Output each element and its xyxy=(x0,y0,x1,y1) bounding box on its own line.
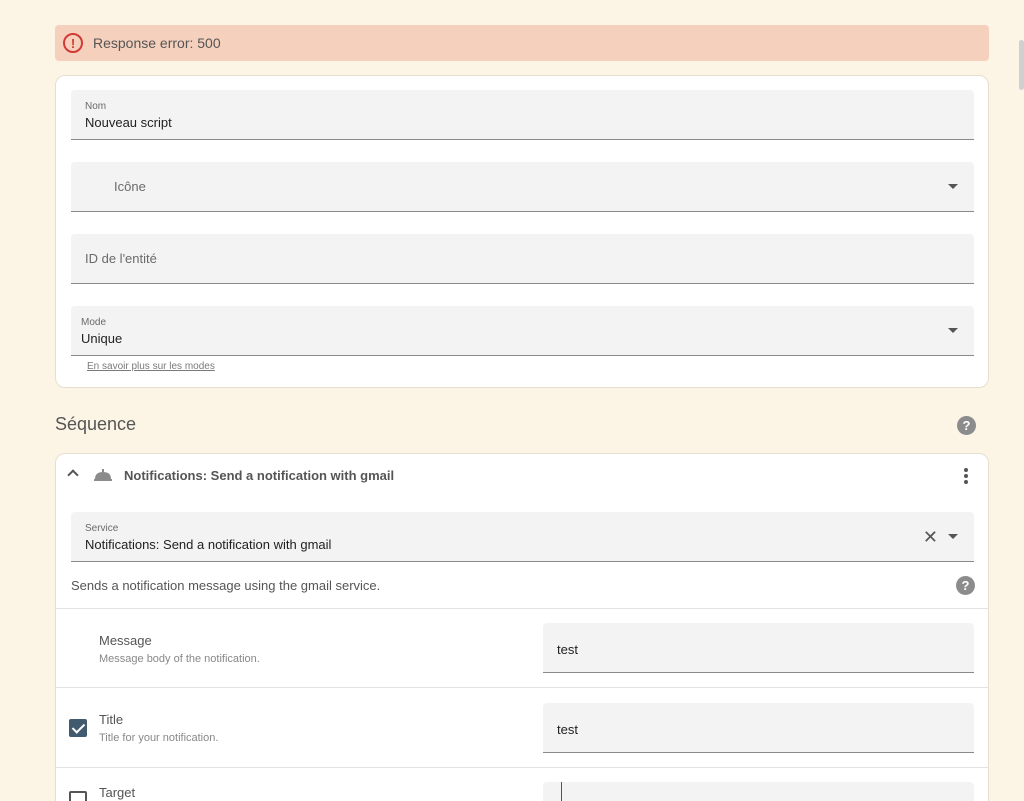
mode-value: Unique xyxy=(81,331,123,346)
divider xyxy=(56,608,988,609)
entity-id-placeholder: ID de l'entité xyxy=(85,251,157,266)
title-checkbox[interactable] xyxy=(69,719,87,737)
icon-picker[interactable]: Icône xyxy=(71,162,974,212)
sequence-title: Séquence xyxy=(55,414,137,434)
param-desc-title: Title for your notification. xyxy=(99,732,219,744)
mode-label: Mode xyxy=(81,317,107,328)
entity-id-field[interactable]: ID de l'entité xyxy=(71,234,974,284)
modes-help-link[interactable]: En savoir plus sur les modes xyxy=(87,361,215,372)
alert-circle-icon: ! xyxy=(63,33,83,53)
name-field[interactable]: Nom Nouveau script xyxy=(71,90,974,140)
help-circle-icon[interactable]: ? xyxy=(957,416,976,435)
param-name-message: Message xyxy=(99,633,152,648)
error-text: Response error: 500 xyxy=(93,35,221,51)
close-icon[interactable]: ✕ xyxy=(923,528,938,546)
service-select[interactable]: Service Notifications: Send a notificati… xyxy=(71,512,974,562)
action-title: Notifications: Send a notification with … xyxy=(124,468,395,483)
divider xyxy=(56,767,988,768)
divider xyxy=(56,687,988,688)
text-cursor xyxy=(561,782,562,801)
scrollbar[interactable] xyxy=(1019,40,1024,90)
service-description: Sends a notification message using the g… xyxy=(71,578,381,593)
message-value: test xyxy=(557,642,578,657)
param-desc-message: Message body of the notification. xyxy=(99,653,260,665)
name-label: Nom xyxy=(85,101,107,112)
mode-select[interactable]: Mode Unique xyxy=(71,306,974,356)
param-name-title: Title xyxy=(99,712,124,727)
kebab-icon[interactable] xyxy=(964,468,968,484)
param-name-target: Target xyxy=(99,785,136,800)
title-input[interactable]: test xyxy=(543,703,974,753)
chevron-down-icon[interactable] xyxy=(948,328,958,333)
action-card: Notifications: Send a notification with … xyxy=(55,453,989,801)
icon-placeholder: Icône xyxy=(114,179,146,194)
error-banner: ! Response error: 500 xyxy=(55,25,989,61)
name-value: Nouveau script xyxy=(85,115,172,130)
target-checkbox[interactable] xyxy=(69,791,87,801)
message-input[interactable]: test xyxy=(543,623,974,673)
service-value: Notifications: Send a notification with … xyxy=(85,537,332,552)
service-label: Service xyxy=(85,523,119,534)
chevron-down-icon[interactable] xyxy=(948,184,958,189)
chevron-up-icon[interactable] xyxy=(67,469,79,481)
chevron-down-icon[interactable] xyxy=(948,534,958,539)
bell-icon xyxy=(94,469,112,481)
action-header[interactable]: Notifications: Send a notification with … xyxy=(56,454,988,498)
target-input[interactable] xyxy=(543,782,974,801)
title-value: test xyxy=(557,722,578,737)
script-settings-card: Nom Nouveau script Icône ID de l'entité … xyxy=(55,75,989,388)
help-circle-icon[interactable]: ? xyxy=(956,576,975,595)
